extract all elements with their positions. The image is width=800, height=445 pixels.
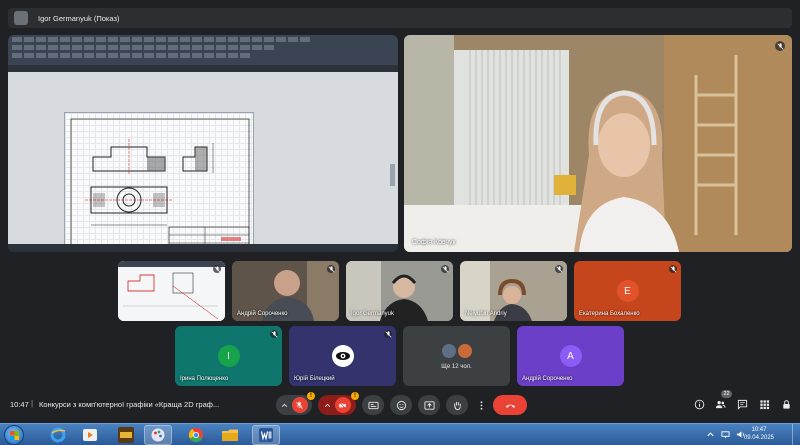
chat-icon [737, 399, 747, 410]
meeting-control-bar: 10:47 | Конкурси з комп'ютерної графіки … [0, 392, 800, 418]
participant-name: Екатерина Бохаленко [579, 311, 640, 317]
warning-badge: ! [307, 392, 315, 400]
internet-explorer-icon[interactable] [44, 425, 72, 445]
participant-name: Igor Germanyuk [351, 311, 395, 317]
clock-date: 09.04.2025 [743, 435, 774, 441]
people-icon [715, 400, 726, 408]
thumbnail-avatar[interactable]: I Ірина Полюценко [175, 326, 282, 386]
more-options-button[interactable] [474, 395, 488, 415]
windows-taskbar: 10:47 09.04.2025 [0, 423, 800, 445]
technical-drawing [70, 118, 250, 252]
cad-tabs [8, 65, 398, 72]
mic-muted-icon [327, 265, 335, 273]
microphone-button[interactable]: ! [276, 392, 315, 415]
thumbnail-screen[interactable] [118, 261, 225, 321]
thumbnail-more-participants[interactable]: Ще 12 чол. [403, 326, 510, 386]
avatar: E [616, 280, 639, 302]
main-participant-name: Софія Ковчук [412, 239, 456, 246]
participant-name: Андрій Сороченко [522, 376, 573, 382]
host-controls-button[interactable] [780, 398, 792, 410]
meeting-info-button[interactable] [693, 398, 705, 410]
meeting-title: Конкурси з комп'ютерної графіки «Краща 2… [39, 400, 220, 409]
present-button[interactable] [418, 395, 440, 415]
warning-badge: ! [351, 392, 359, 400]
shared-screen-tile[interactable] [8, 35, 398, 252]
mic-muted-icon [555, 265, 563, 273]
presenter-avatar [14, 11, 28, 25]
chevron-up-icon[interactable] [706, 430, 715, 439]
cad-ribbon [8, 35, 398, 65]
avatar: A [559, 345, 582, 367]
chrome-icon[interactable] [182, 425, 210, 445]
mini-avatar [457, 343, 473, 359]
present-icon [423, 400, 435, 410]
lock-icon [782, 399, 790, 409]
network-icon[interactable] [721, 430, 730, 439]
separator: | [31, 399, 34, 408]
people-button[interactable] [714, 398, 726, 410]
reactions-button[interactable] [390, 395, 412, 415]
media-player-icon[interactable] [76, 425, 104, 445]
game-icon[interactable] [112, 425, 140, 445]
clock-time: 10:47 [751, 427, 767, 433]
thumbnail-video[interactable]: Андрій Сороченко [232, 261, 339, 321]
mic-muted-icon [213, 265, 221, 273]
chevron-up-icon [324, 403, 330, 407]
captions-icon [367, 401, 379, 409]
word-icon[interactable] [252, 425, 280, 445]
mic-muted-icon [775, 41, 785, 51]
paint-icon[interactable] [144, 425, 172, 445]
screen-thumbnail-drawing [118, 261, 225, 321]
participant-name: Юрій Білецкий [294, 376, 335, 382]
info-icon [694, 399, 704, 409]
mic-muted-icon [384, 330, 392, 338]
participant-name: Ірина Полюценко [180, 376, 229, 382]
cad-scrollbar[interactable] [390, 164, 395, 186]
more-participants-label: Ще 12 чол. [441, 364, 472, 370]
cad-workspace [8, 72, 398, 252]
end-call-icon [505, 404, 515, 408]
thumbnail-video[interactable]: Igor Germanyuk [346, 261, 453, 321]
participant-name: Андрій Сороченко [237, 311, 288, 317]
thumbnail-avatar[interactable]: Юрій Білецкий [289, 326, 396, 386]
show-desktop-button[interactable] [792, 424, 800, 445]
meet-window: Igor Germanyuk (Показ) Софія Ковчук Андр… [0, 0, 800, 445]
start-button[interactable] [4, 425, 24, 445]
avatar [331, 345, 354, 367]
thumbnail-avatar[interactable]: E Екатерина Бохаленко [574, 261, 681, 321]
raise-hand-icon [453, 401, 461, 410]
chevron-up-icon [281, 403, 287, 407]
file-explorer-icon[interactable] [216, 425, 244, 445]
participant-name: Neiyubin Andriy [465, 311, 507, 317]
participants-count-badge: 22 [721, 390, 732, 398]
eye-logo-icon [335, 352, 350, 360]
main-participant-video[interactable]: Софія Ковчук [404, 35, 792, 252]
cad-statusbar [8, 244, 398, 252]
avatar: I [217, 345, 240, 367]
participant-video-frame [404, 35, 792, 252]
thumbnail-avatar[interactable]: A Андрій Сороченко [517, 326, 624, 386]
presenter-bar: Igor Germanyuk (Показ) [8, 8, 792, 28]
raise-hand-button[interactable] [446, 395, 468, 415]
activities-icon [759, 399, 769, 409]
more-options-icon [480, 400, 482, 410]
end-call-button[interactable] [493, 395, 527, 415]
emoji-icon [396, 400, 406, 410]
presenter-name: Igor Germanyuk (Показ) [38, 13, 120, 23]
chat-button[interactable] [736, 398, 748, 410]
captions-button[interactable] [362, 395, 384, 415]
mini-avatar [441, 343, 457, 359]
activities-button[interactable] [758, 398, 770, 410]
camera-button[interactable]: ! [318, 392, 359, 415]
microphone-off-icon [291, 397, 308, 413]
mic-muted-icon [669, 265, 677, 273]
mic-muted-icon [441, 265, 449, 273]
camera-off-icon [334, 397, 351, 413]
meeting-time: 10:47 [10, 400, 29, 409]
drawing-sheet [64, 112, 254, 252]
taskbar-clock[interactable]: 10:47 09.04.2025 [744, 426, 774, 442]
thumbnail-video[interactable]: Neiyubin Andriy [460, 261, 567, 321]
mic-muted-icon [270, 330, 278, 338]
